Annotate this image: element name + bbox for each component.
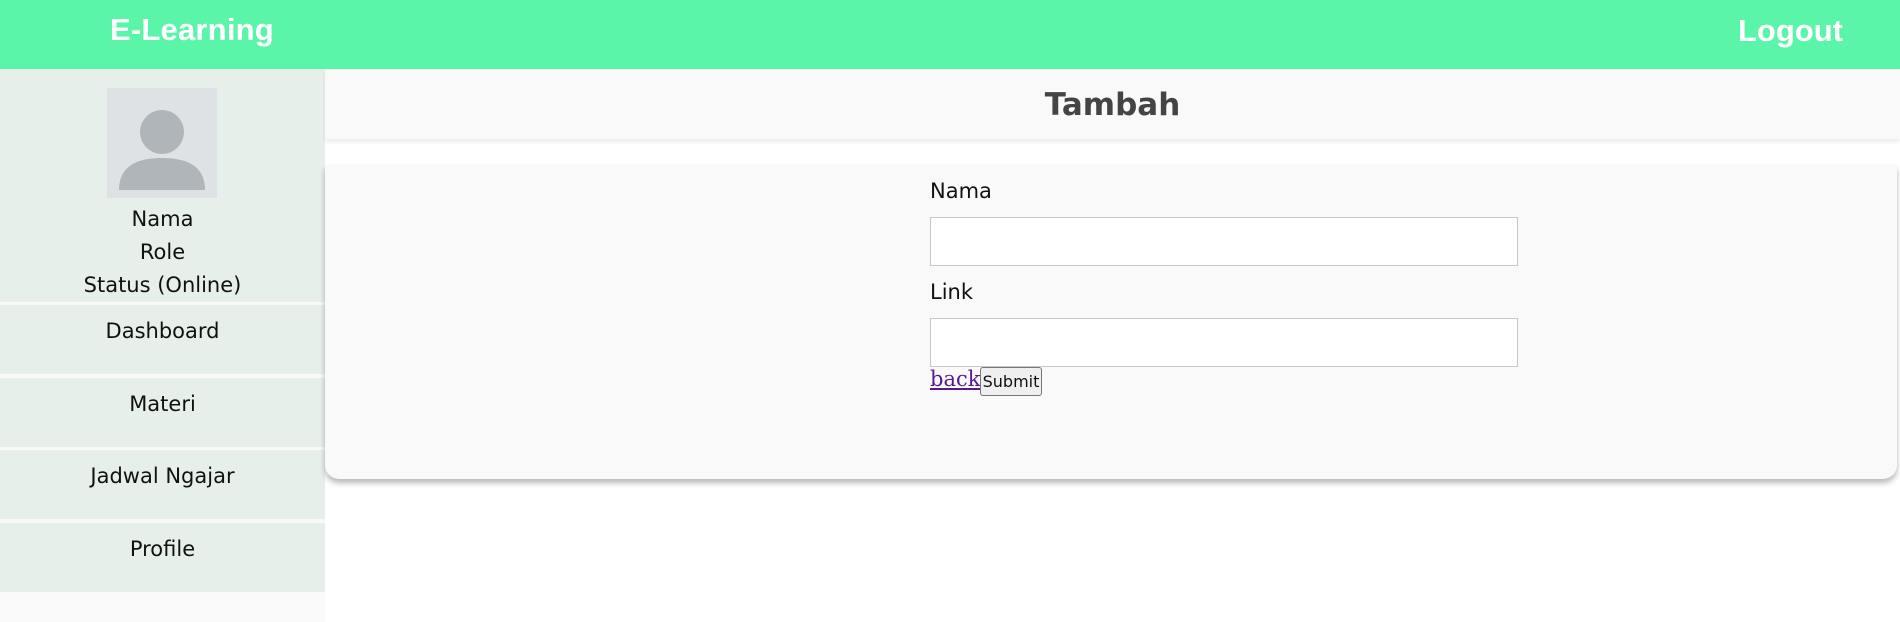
- sidebar-item-materi[interactable]: Materi: [0, 378, 325, 447]
- sidebar: Nama Role Status (Online) Dashboard Mate…: [0, 69, 325, 622]
- page-header: Tambah: [325, 69, 1900, 139]
- logout-button[interactable]: Logout: [1738, 13, 1843, 49]
- top-navbar: E-Learning Logout: [0, 0, 1900, 69]
- brand-logo-text[interactable]: E-Learning: [110, 12, 274, 48]
- profile-status: Status (Online): [83, 273, 242, 297]
- back-link[interactable]: back: [930, 367, 980, 391]
- sidebar-item-jadwal-ngajar[interactable]: Jadwal Ngajar: [0, 450, 325, 519]
- link-label: Link: [930, 280, 974, 304]
- profile-name: Nama: [131, 207, 194, 231]
- user-silhouette-icon: [119, 110, 205, 190]
- sidebar-item-dashboard[interactable]: Dashboard: [0, 305, 325, 374]
- nama-input[interactable]: [930, 217, 1518, 266]
- link-input[interactable]: [930, 318, 1518, 367]
- avatar: [107, 88, 217, 198]
- page-title: Tambah: [1044, 87, 1181, 123]
- submit-button[interactable]: Submit: [980, 367, 1042, 396]
- nama-label: Nama: [930, 179, 992, 203]
- profile-role: Role: [139, 240, 186, 264]
- sidebar-item-profile[interactable]: Profile: [0, 523, 325, 592]
- sidebar-profile-card: Nama Role Status (Online): [0, 69, 325, 302]
- add-form-card: Nama Link back Submit: [325, 165, 1897, 479]
